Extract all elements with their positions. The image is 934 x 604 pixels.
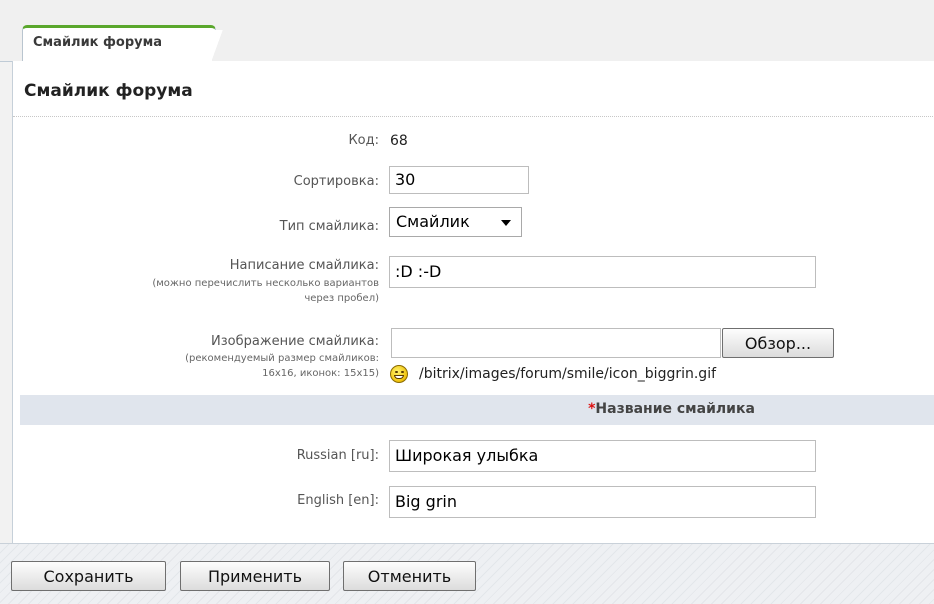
image-path: /bitrix/images/forum/smile/icon_biggrin.… bbox=[419, 366, 717, 382]
save-button[interactable]: Сохранить bbox=[11, 561, 166, 591]
type-label: Тип смайлика: bbox=[279, 219, 379, 234]
name-ru-input[interactable]: Широкая улыбка bbox=[389, 440, 816, 472]
image-hint-1: (рекомендуемый размер смайликов: bbox=[185, 353, 379, 364]
section-header-left bbox=[20, 395, 408, 425]
typing-input[interactable]: :D :-D bbox=[389, 256, 816, 288]
name-ru-label: Russian [ru]: bbox=[296, 448, 379, 463]
sort-label: Сортировка: bbox=[293, 174, 379, 189]
sort-input[interactable]: 30 bbox=[389, 166, 529, 194]
type-select[interactable]: Смайлик bbox=[389, 207, 522, 237]
image-file-input[interactable] bbox=[391, 328, 721, 358]
form-panel: Смайлик форума Код: 68 Сортировка: 30 Ти… bbox=[12, 61, 934, 543]
title-divider bbox=[13, 116, 934, 117]
chevron-down-icon bbox=[501, 220, 511, 226]
name-en-label: English [en]: bbox=[297, 493, 379, 508]
page-title: Смайлик форума bbox=[24, 81, 193, 101]
name-section-header: *Название смайлика bbox=[408, 395, 934, 425]
cancel-button[interactable]: Отменить bbox=[343, 561, 476, 591]
type-select-value: Смайлик bbox=[396, 212, 470, 231]
tab-bar: Смайлик форума bbox=[0, 0, 934, 62]
name-en-input[interactable]: Big grin bbox=[389, 486, 816, 518]
typing-label: Написание смайлика: bbox=[229, 258, 379, 273]
apply-button[interactable]: Применить bbox=[180, 561, 330, 591]
tab-corner bbox=[212, 30, 224, 62]
typing-hint-2: через пробел) bbox=[304, 293, 379, 304]
typing-hint-1: (можно перечислить несколько вариантов bbox=[152, 278, 379, 289]
code-value: 68 bbox=[390, 133, 408, 149]
biggrin-smiley-icon bbox=[390, 365, 408, 383]
name-section-title: Название смайлика bbox=[595, 401, 755, 417]
browse-button[interactable]: Обзор... bbox=[722, 328, 834, 358]
tab-forum-smiley[interactable]: Смайлик форума bbox=[22, 25, 216, 62]
tab-label: Смайлик форума bbox=[33, 35, 163, 50]
image-hint-2: 16x16, иконок: 15x15) bbox=[262, 368, 379, 379]
code-label: Код: bbox=[348, 133, 379, 148]
button-bar: Сохранить Применить Отменить bbox=[0, 543, 934, 604]
image-label: Изображение смайлика: bbox=[211, 334, 379, 349]
